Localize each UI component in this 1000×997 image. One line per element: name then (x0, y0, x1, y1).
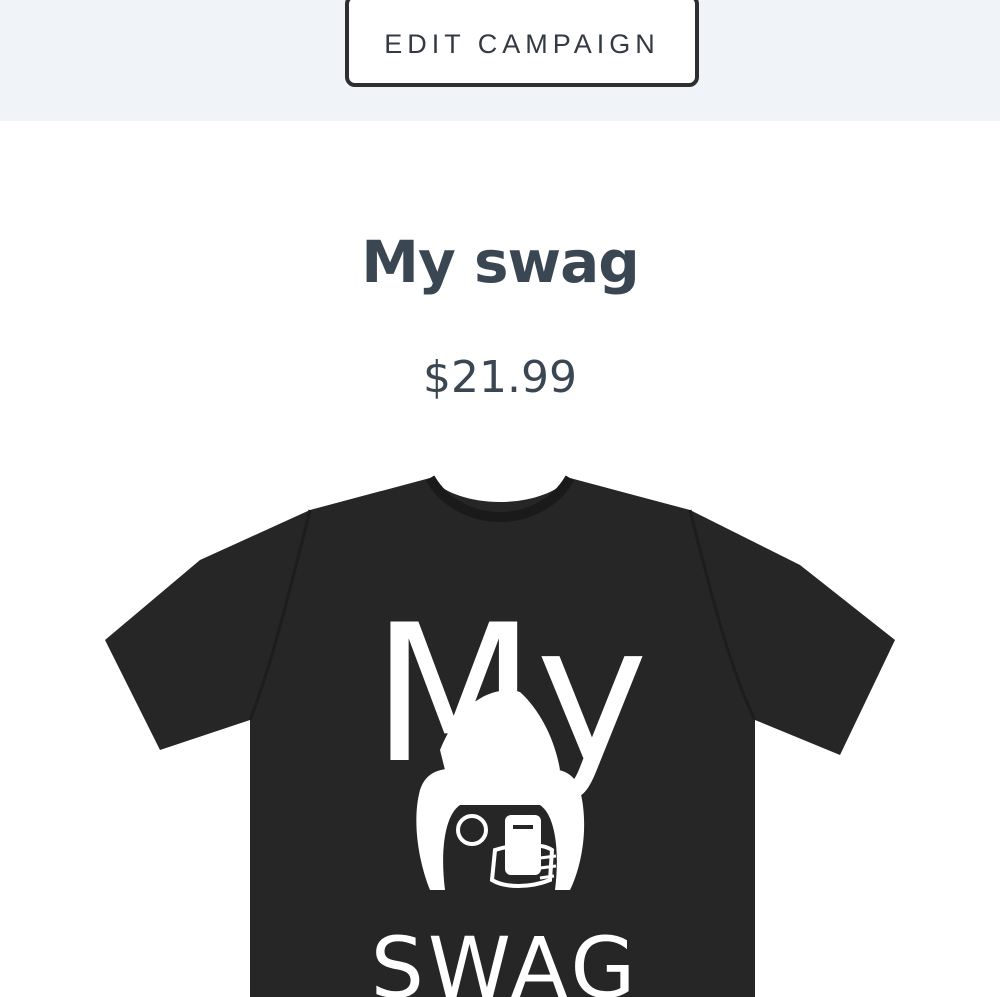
product-price: $21.99 (423, 352, 577, 403)
tshirt-image: My SWAG (105, 475, 895, 997)
product-title: My swag (361, 228, 639, 296)
print-text-bottom: SWAG (371, 919, 640, 997)
edit-campaign-button[interactable]: EDIT CAMPAIGN (345, 0, 699, 87)
top-bar: EDIT CAMPAIGN (0, 0, 1000, 121)
edit-campaign-label: EDIT CAMPAIGN (384, 29, 660, 59)
product-image[interactable]: My SWAG (100, 470, 900, 997)
